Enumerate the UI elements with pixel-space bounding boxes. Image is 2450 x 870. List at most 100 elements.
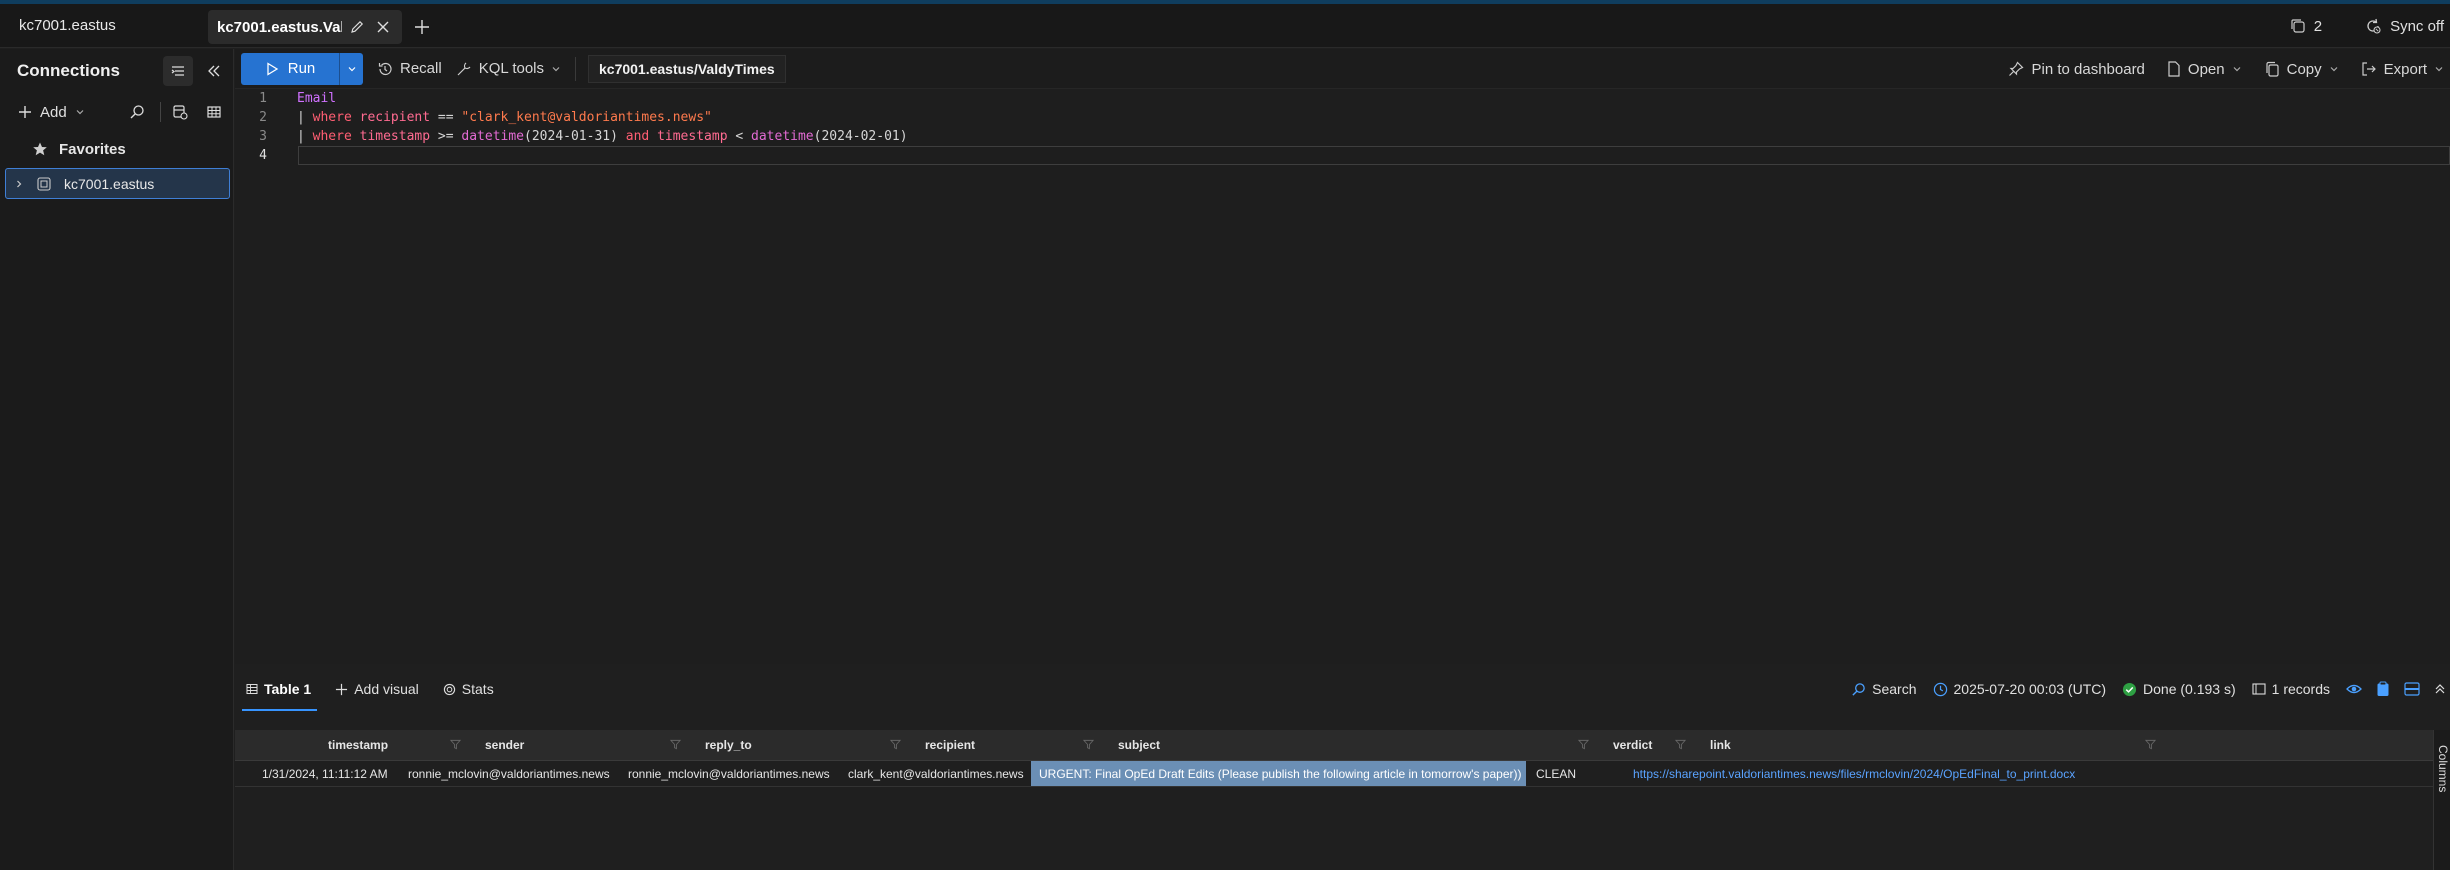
- search-results-button[interactable]: Search: [1851, 681, 1917, 697]
- title-bar: kc7001.eastus kc7001.eastus.Valdy... 2 S…: [0, 4, 2450, 48]
- database-settings-icon[interactable]: [165, 97, 195, 127]
- column-header-recipient[interactable]: recipient: [915, 730, 1108, 760]
- column-header-label: link: [1710, 738, 1731, 752]
- connections-title: Connections: [17, 60, 120, 80]
- column-header-label: reply_to: [705, 738, 752, 752]
- table-view-icon[interactable]: [199, 97, 229, 127]
- query-tab-active[interactable]: kc7001.eastus.Valdy...: [208, 10, 402, 44]
- cell-sender[interactable]: ronnie_mclovin@valdoriantimes.news: [398, 761, 618, 786]
- tab-label: Table 1: [264, 681, 312, 697]
- funnel-icon[interactable]: [1083, 739, 1095, 751]
- connection-item-kc7001[interactable]: kc7001.eastus: [5, 168, 230, 199]
- tab-stats[interactable]: Stats: [443, 664, 494, 714]
- success-check-icon: [2122, 682, 2137, 696]
- divider: [160, 102, 161, 122]
- open-label: Open: [2187, 60, 2225, 78]
- column-header-subject[interactable]: subject: [1108, 730, 1603, 760]
- visibility-eye-icon[interactable]: [2346, 681, 2362, 697]
- search-connections-icon[interactable]: [122, 97, 152, 127]
- code-operator: <: [727, 129, 752, 144]
- panel-filter-icon[interactable]: [163, 55, 193, 86]
- run-button[interactable]: Run: [241, 53, 339, 85]
- add-label: Add: [40, 103, 67, 121]
- code-column: timestamp: [657, 129, 728, 144]
- table-row[interactable]: 1/31/2024, 11:11:12 AM ronnie_mclovin@va…: [235, 761, 2433, 787]
- columns-side-panel-toggle[interactable]: Columns: [2433, 730, 2450, 870]
- tab-label: Add visual: [354, 681, 419, 697]
- code-operator: ==: [430, 110, 462, 125]
- plus-icon: [336, 683, 348, 695]
- clipboard-icon[interactable]: [2376, 681, 2390, 697]
- records-label: 1 records: [2271, 681, 2330, 697]
- line-number: 4: [259, 148, 267, 163]
- cell-timestamp[interactable]: 1/31/2024, 11:11:12 AM: [252, 761, 398, 786]
- plus-icon: [19, 106, 31, 118]
- status-label: Done (0.193 s): [2143, 681, 2236, 697]
- new-tab-plus-icon[interactable]: [409, 14, 435, 40]
- funnel-icon[interactable]: [670, 739, 682, 751]
- add-connection-button[interactable]: Add: [18, 104, 122, 121]
- cell-verdict[interactable]: CLEAN: [1526, 761, 1623, 786]
- column-header-reply-to[interactable]: reply_to: [695, 730, 915, 760]
- pin-to-dashboard-button[interactable]: Pin to dashboard: [2008, 61, 2145, 78]
- cell-recipient[interactable]: clark_kent@valdoriantimes.news: [838, 761, 1031, 786]
- code-operator: >=: [430, 129, 462, 144]
- cell-link[interactable]: https://sharepoint.valdoriantimes.news/f…: [1623, 761, 2093, 786]
- row-gutter: [235, 730, 328, 760]
- row-gutter: [235, 761, 252, 786]
- kql-tools-menu[interactable]: KQL tools: [456, 60, 561, 77]
- code-column: recipient: [359, 110, 431, 125]
- connection-label: kc7001.eastus: [64, 175, 155, 192]
- code-keyword-and: and: [617, 129, 658, 144]
- sync-toggle[interactable]: Sync off: [2364, 17, 2444, 35]
- favorites-item[interactable]: Favorites: [0, 132, 233, 166]
- copy-menu[interactable]: Copy: [2264, 61, 2339, 78]
- row-density-icon[interactable]: [2404, 682, 2420, 696]
- tab-add-visual[interactable]: Add visual: [335, 664, 419, 714]
- code-pipe: |: [297, 110, 313, 125]
- code-function: datetime: [461, 129, 525, 144]
- cell-subject-selected[interactable]: URGENT: Final OpEd Draft Edits (Please p…: [1031, 761, 1526, 786]
- tab-label: Stats: [461, 681, 494, 697]
- column-header-sender[interactable]: sender: [475, 730, 695, 760]
- column-header-timestamp[interactable]: timestamp: [328, 730, 475, 760]
- chevron-down-icon: [348, 66, 355, 71]
- code-function: datetime: [751, 129, 814, 144]
- export-label: Export: [2383, 60, 2427, 78]
- funnel-icon[interactable]: [1675, 739, 1687, 751]
- export-menu[interactable]: Export: [2361, 61, 2444, 78]
- query-editor[interactable]: 1 Email 2 | where recipient == "clark_ke…: [235, 89, 2450, 711]
- tab-table-1[interactable]: Table 1: [241, 664, 318, 714]
- chevron-down-icon: [552, 66, 560, 71]
- recall-button[interactable]: Recall: [377, 60, 442, 77]
- query-area: Run Recall KQL tools kc7001.eastus/Valdy…: [235, 49, 2450, 870]
- code-pipe: |: [297, 129, 313, 144]
- run-options-dropdown[interactable]: [339, 52, 363, 85]
- collapse-panel-icon[interactable]: [199, 56, 229, 86]
- results-pane: Table 1 Add visual Stats Search 2025-07-…: [235, 664, 2450, 870]
- column-header-label: verdict: [1613, 738, 1653, 752]
- code-keyword: where: [312, 129, 352, 144]
- funnel-icon[interactable]: [1578, 739, 1590, 751]
- results-grid: timestamp sender reply_to recipient subj…: [235, 730, 2433, 787]
- funnel-icon[interactable]: [450, 739, 462, 751]
- cluster-name[interactable]: kc7001.eastus: [0, 17, 200, 34]
- expand-up-icon[interactable]: [2434, 683, 2446, 695]
- open-menu[interactable]: Open: [2167, 61, 2242, 78]
- funnel-icon[interactable]: [890, 739, 902, 751]
- chevron-down-icon: [2330, 67, 2338, 72]
- rename-pencil-icon[interactable]: [346, 16, 368, 38]
- close-tab-icon[interactable]: [372, 16, 394, 38]
- column-header-verdict[interactable]: verdict: [1603, 730, 1700, 760]
- connections-panel: Connections Add Favorites kc7001.eastus: [0, 49, 234, 870]
- column-header-label: subject: [1118, 738, 1161, 752]
- tools-icon: [457, 62, 471, 75]
- database-context[interactable]: kc7001.eastus/ValdyTimes: [588, 54, 786, 83]
- duplicates-counter[interactable]: 2: [2290, 18, 2322, 35]
- kql-tools-label: KQL tools: [478, 60, 544, 77]
- column-header-link[interactable]: link: [1700, 730, 2170, 760]
- export-icon: [2362, 62, 2376, 76]
- funnel-icon[interactable]: [2145, 739, 2157, 751]
- cell-reply-to[interactable]: ronnie_mclovin@valdoriantimes.news: [618, 761, 838, 786]
- chevron-down-icon: [76, 110, 84, 115]
